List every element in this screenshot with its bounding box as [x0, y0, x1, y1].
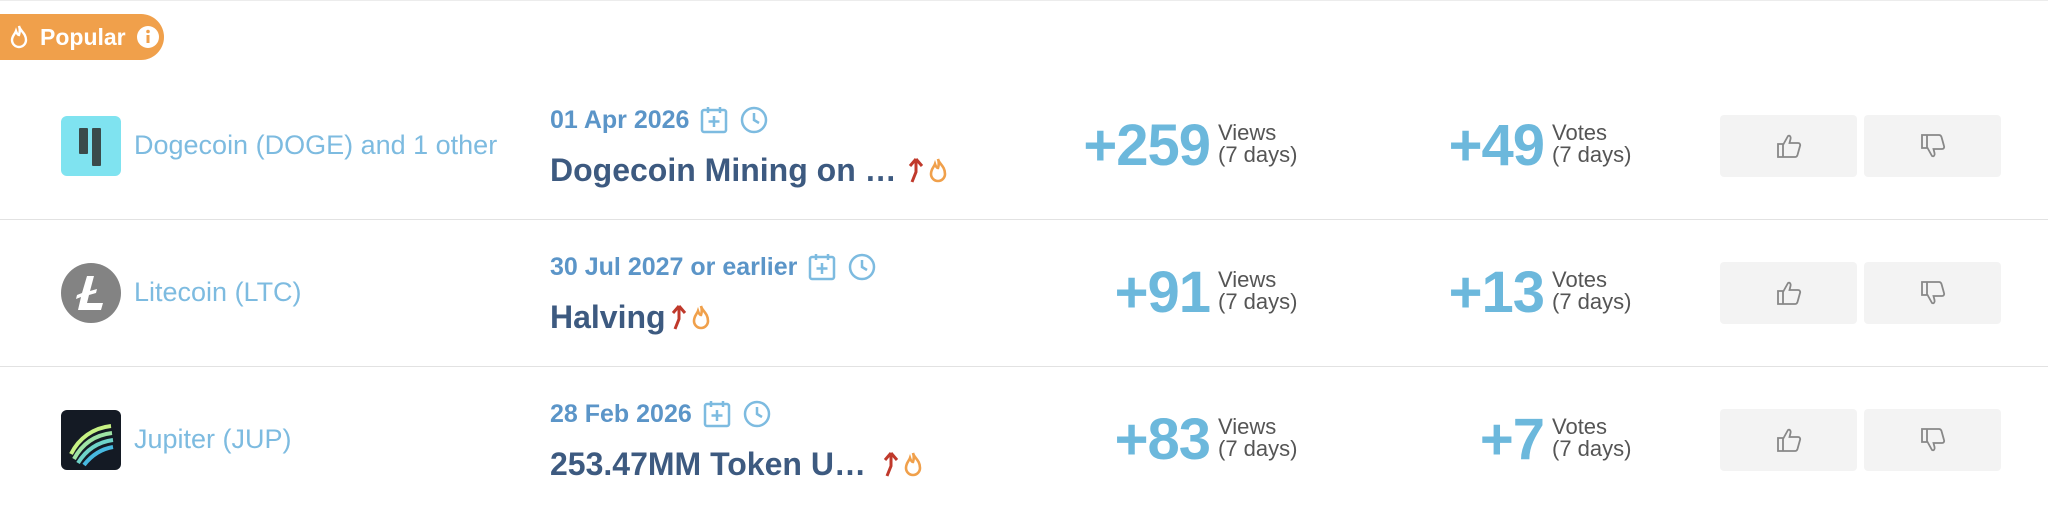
- thumbs-up-icon: [1776, 281, 1801, 305]
- upvote-button[interactable]: [1720, 262, 1857, 324]
- thumbs-up-icon: [1776, 134, 1801, 158]
- coin-name-link[interactable]: Litecoin (LTC): [134, 277, 302, 308]
- dogecoin-logo: [61, 116, 121, 176]
- event-title-link[interactable]: Halving: [550, 299, 666, 336]
- jupiter-logo: [61, 410, 121, 470]
- views-label: Views (7 days): [1218, 414, 1298, 461]
- views-stat: +83 Views (7 days): [1050, 410, 1300, 470]
- views-stat: +259 Views (7 days): [1050, 116, 1300, 176]
- downvote-button[interactable]: [1864, 115, 2001, 177]
- litecoin-logo: [61, 263, 121, 323]
- votes-stat: +13 Votes (7 days): [1384, 263, 1634, 323]
- add-to-calendar-icon[interactable]: [702, 399, 732, 429]
- clock-icon[interactable]: [742, 399, 772, 429]
- trending-up-icon: [883, 452, 899, 477]
- clock-icon[interactable]: [847, 252, 877, 282]
- trending-up-icon: [908, 158, 923, 183]
- coin-name-link[interactable]: Dogecoin (DOGE) and 1 other: [134, 130, 497, 161]
- votes-label: Votes (7 days): [1552, 267, 1632, 314]
- add-to-calendar-icon[interactable]: [807, 252, 837, 282]
- votes-label: Votes (7 days): [1552, 414, 1632, 461]
- votes-stat: +7 Votes (7 days): [1384, 410, 1634, 470]
- event-date: 01 Apr 2026: [550, 105, 690, 134]
- hot-icon: [692, 305, 709, 330]
- top-divider: [0, 0, 2048, 1]
- thumbs-up-icon: [1776, 428, 1801, 452]
- clock-icon[interactable]: [739, 105, 769, 135]
- views-stat: +91 Views (7 days): [1050, 263, 1300, 323]
- coin-name-link[interactable]: Jupiter (JUP): [134, 424, 292, 455]
- event-title-link[interactable]: 253.47MM Token U…: [550, 446, 866, 483]
- hot-icon: [929, 158, 946, 183]
- views-label: Views (7 days): [1218, 120, 1298, 167]
- hot-icon: [904, 452, 922, 477]
- thumbs-down-icon: [1920, 428, 1945, 452]
- event-date: 30 Jul 2027 or earlier: [550, 252, 798, 281]
- downvote-button[interactable]: [1864, 262, 2001, 324]
- add-to-calendar-icon[interactable]: [699, 105, 729, 135]
- downvote-button[interactable]: [1864, 409, 2001, 471]
- popular-badge[interactable]: Popular: [0, 14, 164, 60]
- event-row[interactable]: Litecoin (LTC) 30 Jul 2027 or earlier Ha…: [0, 221, 2048, 367]
- votes-count: +13: [1448, 260, 1545, 325]
- thumbs-down-icon: [1920, 281, 1945, 305]
- views-count: +259: [1083, 113, 1211, 178]
- views-count: +91: [1114, 260, 1211, 325]
- views-label: Views (7 days): [1218, 267, 1298, 314]
- votes-count: +49: [1448, 113, 1545, 178]
- event-date: 28 Feb 2026: [550, 399, 692, 428]
- event-row[interactable]: Jupiter (JUP) 28 Feb 2026 253.47MM Token…: [0, 368, 2048, 514]
- thumbs-down-icon: [1920, 134, 1945, 158]
- row-divider: [0, 366, 2048, 367]
- row-divider: [0, 219, 2048, 220]
- trending-up-icon: [671, 305, 686, 330]
- event-title-link[interactable]: Dogecoin Mining on …: [550, 152, 897, 189]
- info-icon[interactable]: [136, 25, 160, 49]
- votes-count: +7: [1479, 407, 1545, 472]
- fire-icon: [10, 25, 28, 49]
- votes-stat: +49 Votes (7 days): [1384, 116, 1634, 176]
- popular-badge-label: Popular: [40, 23, 126, 50]
- upvote-button[interactable]: [1720, 115, 1857, 177]
- event-row[interactable]: Dogecoin (DOGE) and 1 other 01 Apr 2026 …: [0, 74, 2048, 220]
- views-count: +83: [1114, 407, 1211, 472]
- votes-label: Votes (7 days): [1552, 120, 1632, 167]
- upvote-button[interactable]: [1720, 409, 1857, 471]
